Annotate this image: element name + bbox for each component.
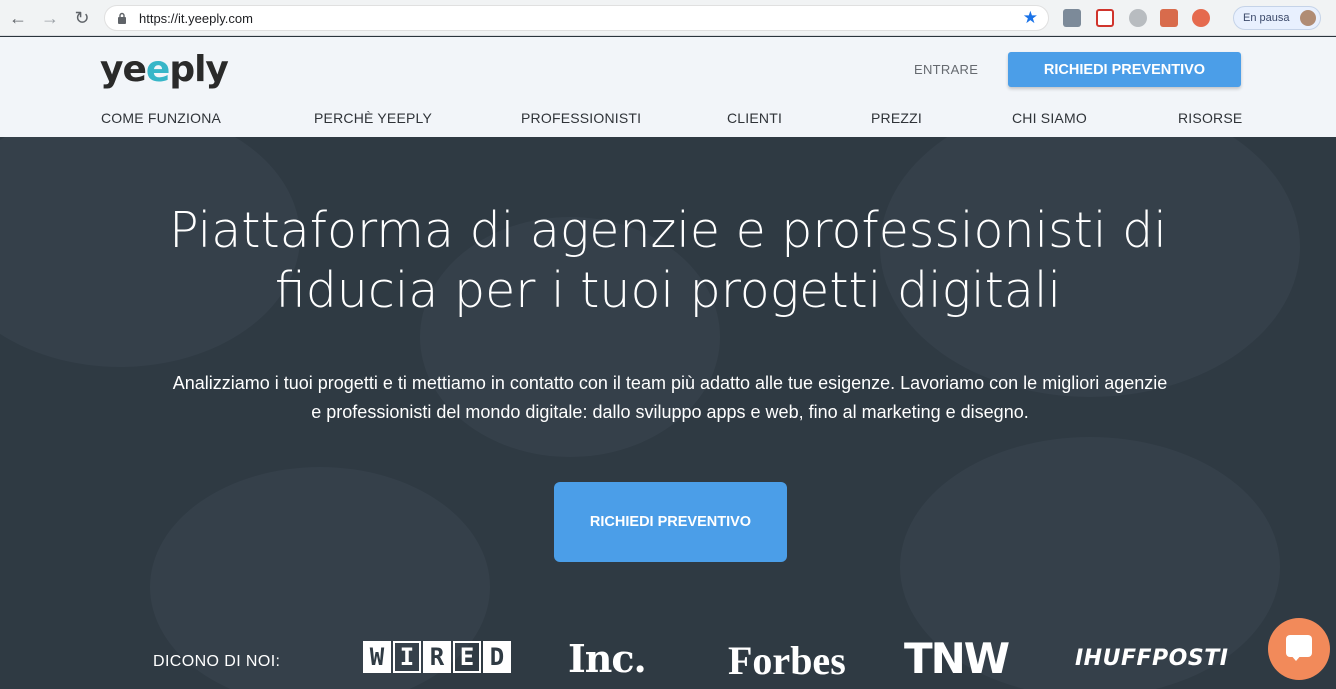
profile-label: En pausa	[1243, 12, 1290, 24]
nav-item-clienti[interactable]: CLIENTI	[727, 110, 782, 126]
profile-button[interactable]: En pausa	[1233, 6, 1321, 30]
hero-subtitle: Analizziamo i tuoi progetti e ti mettiam…	[172, 373, 1168, 422]
back-icon[interactable]: ←	[7, 7, 29, 29]
forward-icon[interactable]: →	[39, 7, 61, 29]
nav-item-prezzi[interactable]: PREZZI	[871, 110, 922, 126]
reload-icon[interactable]: ↻	[71, 7, 93, 29]
nav-item-risorse[interactable]: RISORSE	[1178, 110, 1242, 126]
login-link[interactable]: ENTRARE	[914, 62, 978, 77]
extension-pocket-icon[interactable]	[1096, 9, 1114, 27]
hero-title: Piattaforma di agenzie e professionisti …	[169, 202, 1167, 319]
extension-pdf-icon[interactable]	[1160, 9, 1178, 27]
nav-item-come-funziona[interactable]: COME FUNZIONA	[101, 110, 221, 126]
header-quote-button[interactable]: RICHIEDI PREVENTIVO	[1008, 52, 1241, 87]
yeeply-logo[interactable]: yeeply	[100, 49, 229, 90]
browser-toolbar: ← → ↻ https://it.yeeply.com ★ En pausa	[0, 0, 1336, 36]
lock-icon	[118, 12, 126, 24]
hero-quote-button[interactable]: RICHIEDI PREVENTIVO	[554, 482, 787, 562]
chat-widget-button[interactable]	[1268, 618, 1330, 680]
nav-item-professionisti[interactable]: PROFESSIONISTI	[521, 110, 641, 126]
inc-logo: Inc.	[568, 636, 647, 681]
avatar	[1300, 10, 1316, 26]
extension-gear-icon[interactable]	[1192, 9, 1210, 27]
bookmark-star-icon[interactable]: ★	[1023, 8, 1038, 28]
forbes-logo: Forbes	[728, 638, 846, 683]
tnw-logo: TNW	[904, 634, 1010, 683]
hero-section: Piattaforma di agenzie e professionisti …	[0, 137, 1336, 689]
wired-logo: W I R E D	[363, 641, 511, 673]
nav-item-perche-yeeply[interactable]: PERCHÈ YEEPLY	[314, 110, 432, 126]
extension-circle-icon[interactable]	[1129, 9, 1147, 27]
site-header: yeeply ENTRARE RICHIEDI PREVENTIVO COME …	[0, 37, 1336, 137]
url-text: https://it.yeeply.com	[139, 11, 253, 26]
press-label: DICONO DI NOI:	[153, 653, 281, 670]
nav-item-chi-siamo[interactable]: CHI SIAMO	[1012, 110, 1087, 126]
address-bar[interactable]: https://it.yeeply.com ★	[104, 5, 1049, 31]
extension-mail-icon[interactable]	[1063, 9, 1081, 27]
huffpost-logo: IHUFFPOSTI	[1075, 646, 1229, 671]
